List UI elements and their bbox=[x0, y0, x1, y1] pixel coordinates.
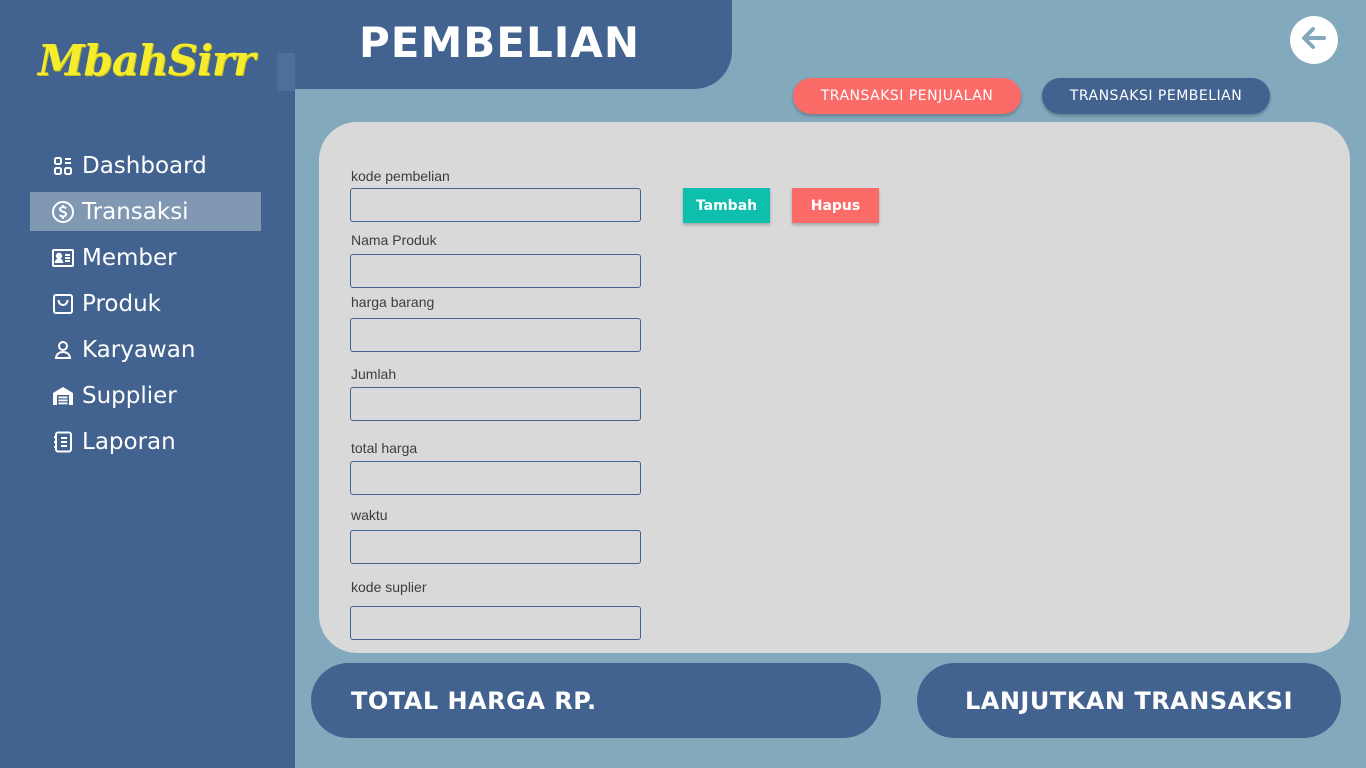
page-header: PEMBELIAN bbox=[295, 0, 732, 89]
sidebar-item-label: Dashboard bbox=[82, 152, 207, 179]
app-logo: MbahSirr bbox=[38, 36, 255, 85]
sidebar-item-label: Produk bbox=[82, 290, 161, 317]
sidebar-item-dashboard[interactable]: Dashboard bbox=[30, 146, 261, 185]
sidebar-item-produk[interactable]: Produk bbox=[30, 284, 261, 323]
shopping-bag-icon bbox=[50, 291, 76, 317]
back-button[interactable] bbox=[1290, 16, 1338, 64]
harga-barang-label: harga barang bbox=[351, 294, 435, 310]
sidebar-item-member[interactable]: Member bbox=[30, 238, 261, 277]
sidebar-item-label: Supplier bbox=[82, 382, 177, 409]
sidebar-item-label: Transaksi bbox=[82, 198, 189, 225]
total-harga-label: total harga bbox=[351, 440, 418, 456]
tab-transaksi-penjualan[interactable]: TRANSAKSI PENJUALAN bbox=[793, 78, 1021, 114]
kode-pembelian-label: kode pembelian bbox=[351, 168, 450, 184]
sidebar-nav: Dashboard Transaksi Member Produk Karyaw… bbox=[30, 146, 261, 468]
hapus-button[interactable]: Hapus bbox=[792, 188, 879, 223]
page-title: PEMBELIAN bbox=[359, 18, 641, 67]
waktu-input[interactable] bbox=[350, 530, 641, 564]
total-harga-input[interactable] bbox=[350, 461, 641, 495]
waktu-label: waktu bbox=[351, 507, 388, 523]
sidebar-divider bbox=[277, 53, 295, 91]
sidebar-item-label: Member bbox=[82, 244, 177, 271]
lanjutkan-transaksi-button[interactable]: LANJUTKAN TRANSAKSI bbox=[917, 663, 1341, 738]
nama-produk-input[interactable] bbox=[350, 254, 641, 288]
dollar-circle-icon bbox=[50, 199, 76, 225]
nama-produk-label: Nama Produk bbox=[351, 232, 437, 248]
kode-pembelian-input[interactable] bbox=[350, 188, 641, 222]
harga-barang-input[interactable] bbox=[350, 318, 641, 352]
user-icon bbox=[50, 337, 76, 363]
sidebar-item-karyawan[interactable]: Karyawan bbox=[30, 330, 261, 369]
warehouse-icon bbox=[50, 383, 76, 409]
dashboard-icon bbox=[50, 153, 76, 179]
jumlah-input[interactable] bbox=[350, 387, 641, 421]
tambah-button[interactable]: Tambah bbox=[683, 188, 770, 223]
member-card-icon bbox=[50, 245, 76, 271]
arrow-left-icon bbox=[1297, 21, 1331, 60]
kode-suplier-input[interactable] bbox=[350, 606, 641, 640]
sidebar-item-laporan[interactable]: Laporan bbox=[30, 422, 261, 461]
jumlah-label: Jumlah bbox=[351, 366, 397, 382]
report-icon bbox=[50, 429, 76, 455]
total-harga-display: TOTAL HARGA RP. bbox=[311, 663, 881, 738]
kode-suplier-label: kode suplier bbox=[351, 579, 427, 595]
sidebar: MbahSirr Dashboard Transaksi Member Prod… bbox=[0, 0, 295, 768]
tab-transaksi-pembelian[interactable]: TRANSAKSI PEMBELIAN bbox=[1042, 78, 1270, 114]
sidebar-item-transaksi[interactable]: Transaksi bbox=[30, 192, 261, 231]
sidebar-item-label: Karyawan bbox=[82, 336, 196, 363]
sidebar-item-label: Laporan bbox=[82, 428, 176, 455]
sidebar-item-supplier[interactable]: Supplier bbox=[30, 376, 261, 415]
